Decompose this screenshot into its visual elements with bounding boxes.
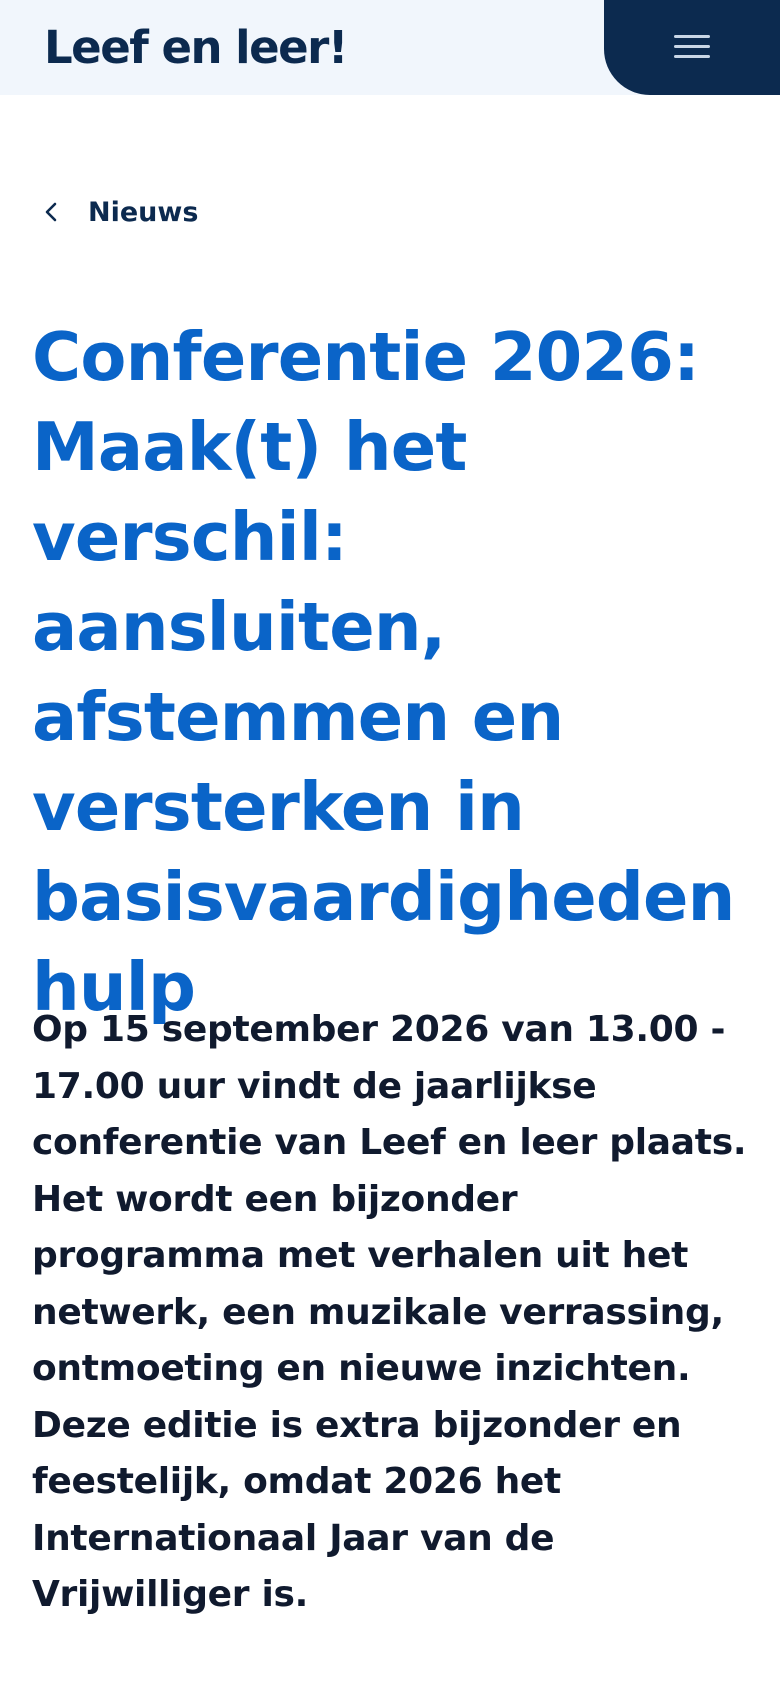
chevron-left-icon [45, 202, 57, 222]
article-intro: Op 15 september 2026 van 13.00 - 17.00 u… [32, 1009, 747, 1615]
back-link-label: Nieuws [88, 196, 199, 228]
site-header: Leef en leer! [0, 0, 780, 95]
back-to-news-link[interactable]: Nieuws [40, 190, 198, 234]
site-logo[interactable]: Leef en leer! [44, 20, 348, 76]
article-title: Conferentie 2026: Maak(t) het verschil: … [32, 318, 735, 1026]
hamburger-menu-icon [674, 35, 710, 59]
menu-button[interactable] [604, 0, 780, 95]
